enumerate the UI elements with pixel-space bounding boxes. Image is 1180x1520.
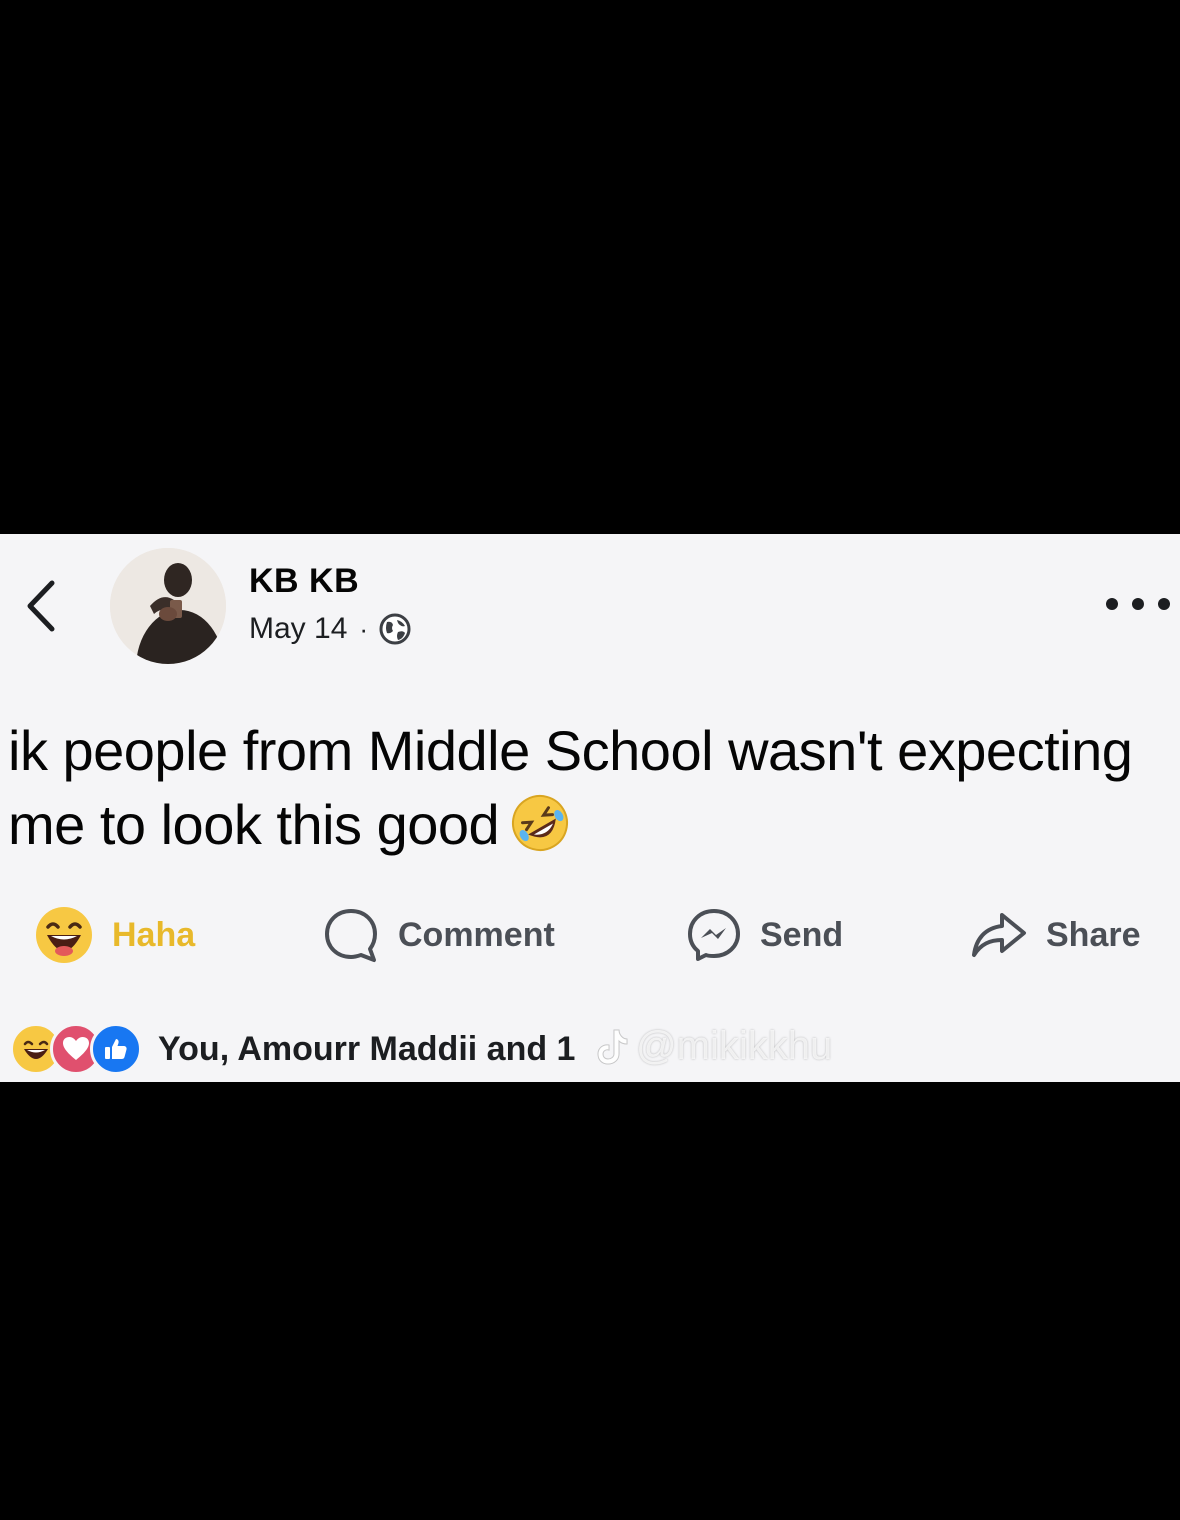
haha-icon [36, 907, 92, 963]
share-button[interactable]: Share [970, 902, 1141, 968]
facebook-post-card: KB KB May 14 · ik people from Middle Sch… [0, 534, 1180, 1082]
meta-separator: · [359, 613, 369, 644]
more-dot-icon [1132, 598, 1144, 610]
author-name[interactable]: KB KB [249, 562, 359, 601]
more-dot-icon [1106, 598, 1118, 610]
post-actions-bar: Haha Comment Send Share [0, 902, 1180, 968]
reactions-text: You, Amourr Maddii and 1 [158, 1029, 576, 1068]
haha-reaction-button[interactable]: Haha [34, 902, 195, 968]
send-label: Send [760, 915, 844, 954]
share-label: Share [1046, 915, 1141, 954]
post-meta: May 14 · [249, 612, 412, 646]
rolling-on-floor-laughing-emoji [512, 795, 569, 852]
post-text-block: ik people from Middle School wasn't expe… [8, 714, 1168, 862]
back-button[interactable] [18, 576, 64, 636]
more-options-button[interactable] [1106, 586, 1170, 622]
watermark-handle: @mikikkhu [636, 1024, 833, 1068]
comment-button[interactable]: Comment [322, 902, 555, 968]
tiktok-logo-icon [597, 1029, 628, 1065]
profile-photo [110, 548, 226, 664]
share-arrow-icon [972, 913, 1026, 957]
screen: KB KB May 14 · ik people from Middle Sch… [0, 0, 1180, 1520]
tiktok-watermark: @mikikkhu [596, 1024, 832, 1069]
haha-label: Haha [112, 915, 196, 954]
messenger-icon [688, 909, 740, 961]
comment-label: Comment [398, 915, 555, 954]
more-dot-icon [1158, 598, 1170, 610]
post-date[interactable]: May 14 [249, 612, 347, 646]
globe-icon [379, 613, 411, 645]
comment-icon [325, 909, 377, 962]
chevron-left-icon [27, 580, 55, 632]
reaction-icons [10, 1023, 142, 1075]
like-icon [90, 1023, 142, 1075]
send-button[interactable]: Send [686, 902, 843, 968]
avatar[interactable] [110, 548, 226, 664]
reactions-summary[interactable]: You, Amourr Maddii and 1 [10, 1023, 576, 1075]
